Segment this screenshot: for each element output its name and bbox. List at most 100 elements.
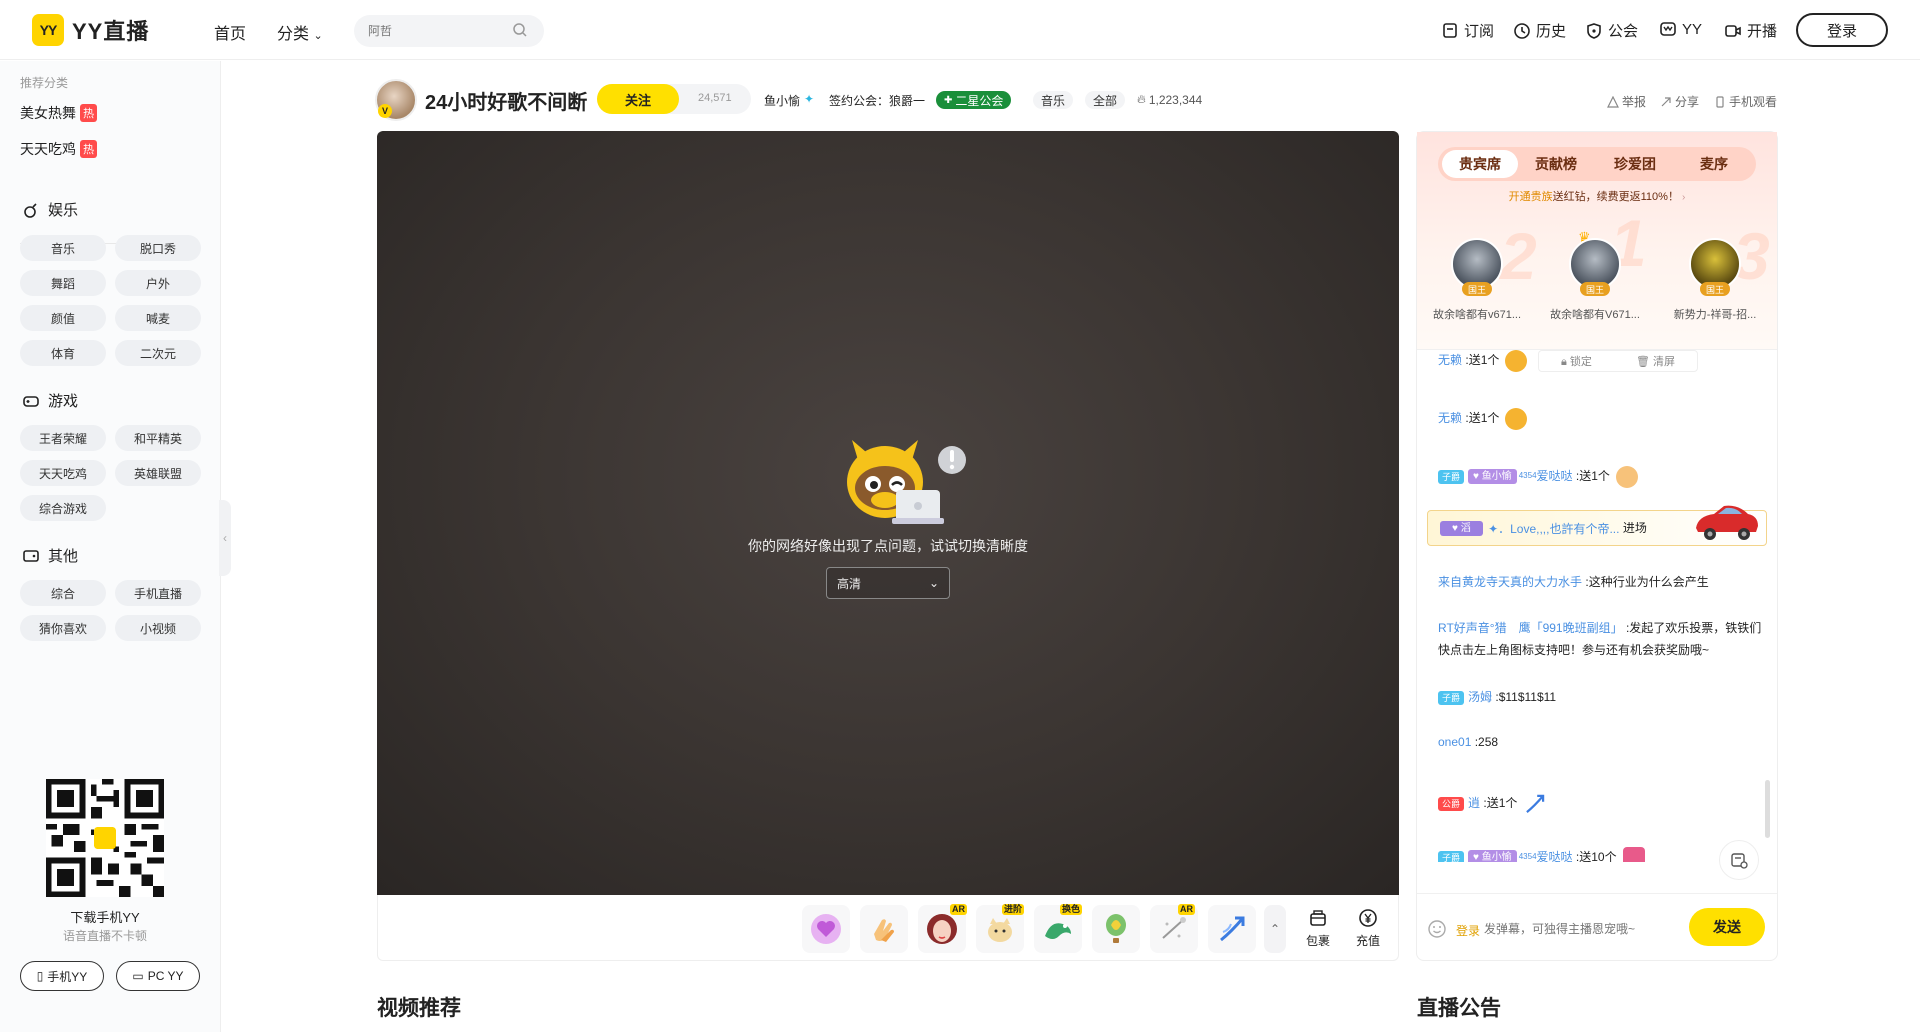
pill-lol[interactable]: 英雄联盟 — [115, 460, 201, 486]
recharge-button[interactable]: 充值 — [1348, 908, 1388, 949]
hot-item-pubg[interactable]: 天天吃鸡热 — [20, 139, 97, 159]
mobile-watch-label: 手机观看 — [1729, 95, 1778, 109]
chat-scrollbar[interactable] — [1765, 780, 1770, 838]
report-button[interactable]: 举报 — [1607, 93, 1646, 110]
monitor-icon: ▭ — [132, 969, 144, 983]
pill-mobile-live[interactable]: 手机直播 — [115, 580, 201, 606]
chat-username[interactable]: one01 — [1438, 735, 1471, 749]
chat-username[interactable]: 汤姆 — [1468, 690, 1492, 704]
tab-mic-queue[interactable]: 麦序 — [1676, 147, 1752, 181]
send-button[interactable]: 发送 — [1689, 908, 1765, 946]
chat-filter-button[interactable] — [1719, 840, 1759, 880]
gift-item[interactable] — [860, 905, 908, 953]
chat-username[interactable]: 来自黄龙寺天真的大力水手 — [1438, 575, 1582, 589]
go-live-link[interactable]: 开播 — [1724, 20, 1777, 41]
chat-username[interactable]: RT好声音°猎 鹰「991晚班副组」 — [1438, 621, 1623, 635]
gift-item[interactable] — [1092, 905, 1140, 953]
tag-music[interactable]: 音乐 — [1033, 91, 1074, 109]
chat-text: 进场 — [1622, 521, 1647, 535]
pill-short-video[interactable]: 小视频 — [115, 615, 201, 641]
flame-icon: 🔥︎ — [1137, 92, 1146, 106]
pill-music[interactable]: 音乐 — [20, 235, 106, 261]
mascot-error-illustration — [847, 440, 966, 524]
quality-select[interactable]: 高清 ⌄ — [826, 567, 950, 599]
pill-dance[interactable]: 舞蹈 — [20, 270, 106, 296]
chat-controls: 🔒︎ 锁定 🗑︎ 清屏 — [1538, 350, 1698, 372]
pill-pubg[interactable]: 天天吃鸡 — [20, 460, 106, 486]
share-button[interactable]: 分享 — [1660, 93, 1699, 110]
tag-all[interactable]: 全部 — [1085, 91, 1126, 109]
promo-highlight: 开通贵族 — [1508, 191, 1553, 203]
chat-username[interactable]: 爱哒哒 — [1537, 469, 1573, 483]
pill-honor-of-kings[interactable]: 王者荣耀 — [20, 425, 106, 451]
fan-badge-label: 滔 — [1460, 523, 1471, 535]
diamond-icon: ✦ — [804, 92, 815, 106]
rank-username[interactable]: 故余啥都有v671... — [1425, 306, 1529, 322]
clear-button[interactable]: 🗑︎ 清屏 — [1636, 353, 1675, 369]
share-label: 分享 — [1675, 95, 1700, 109]
noble-promo[interactable]: 开通贵族送红钻，续费更返110%！ › — [1417, 188, 1777, 204]
pc-yy-button[interactable]: ▭ PC YY — [116, 961, 200, 991]
tab-fan-club[interactable]: 珍爱团 — [1597, 147, 1673, 181]
chat-username[interactable]: ✦．Love,,,,也許有个帝... — [1488, 518, 1619, 540]
pill-guess-you-like[interactable]: 猜你喜欢 — [20, 615, 106, 641]
emoji-icon[interactable] — [1427, 919, 1447, 939]
chat-text: 258 — [1478, 735, 1499, 749]
yuan-coin-icon — [1359, 909, 1377, 927]
sidebar-collapse-button[interactable]: ‹ — [219, 500, 231, 576]
chat-login-link[interactable]: 登录 — [1456, 922, 1480, 939]
fan-number: 4354 — [1518, 471, 1537, 480]
pill-misc-games[interactable]: 综合游戏 — [20, 495, 106, 521]
verified-icon: V — [378, 104, 392, 118]
tab-contribution[interactable]: 贡献榜 — [1518, 147, 1594, 181]
subscribe-link[interactable]: 订阅 — [1441, 20, 1494, 41]
pill-peace-elite[interactable]: 和平精英 — [115, 425, 201, 451]
trash-icon: 🗑︎ — [1635, 356, 1650, 368]
gift-item[interactable] — [802, 905, 850, 953]
lock-button[interactable]: 🔒︎ 锁定 — [1561, 353, 1592, 369]
chat-username[interactable]: 爱哒哒 — [1537, 850, 1573, 862]
chat-message: RT好声音°猎 鹰「991晚班副组」 :发起了欢乐投票，铁铁们快点击左上角图标支… — [1438, 621, 1762, 657]
history-link[interactable]: 历史 — [1513, 20, 1566, 41]
pill-shouting[interactable]: 喊麦 — [115, 305, 201, 331]
room-title: 24小时好歌不间断 — [425, 92, 588, 114]
pill-talkshow[interactable]: 脱口秀 — [115, 235, 201, 261]
gift-item[interactable] — [1208, 905, 1256, 953]
rank-username[interactable]: 新势力-祥哥-招... — [1663, 306, 1767, 322]
owl-gift-icon — [1505, 349, 1528, 372]
king-badge: 国王 — [1580, 282, 1610, 296]
mobile-watch-button[interactable]: 手机观看 — [1714, 93, 1777, 110]
guild-name[interactable]: 签约公会：狼爵一 — [829, 92, 925, 109]
follow-button[interactable]: 关注 — [597, 84, 679, 114]
backpack-button[interactable]: 包裹 — [1298, 908, 1338, 949]
pill-outdoor[interactable]: 户外 — [115, 270, 201, 296]
live-notice-heading: 直播公告 — [1417, 997, 1501, 1020]
yy-logo[interactable]: YY YY直播 — [32, 14, 149, 46]
pill-looks[interactable]: 颜值 — [20, 305, 106, 331]
rank-username[interactable]: 故余啥都有V671... — [1543, 306, 1647, 322]
mobile-yy-button[interactable]: ▯ 手机YY — [20, 961, 104, 991]
gift-expand-button[interactable]: ⌃ — [1264, 905, 1286, 953]
gift-badge: AR — [1178, 904, 1195, 915]
anchor-name[interactable]: 鱼小愉 — [764, 92, 800, 109]
yy-link[interactable]: YY — [1659, 20, 1702, 38]
hot-item-dance[interactable]: 美女热舞热 — [20, 103, 97, 123]
nav-category[interactable]: 分类 ⌄ — [277, 20, 323, 44]
tab-vip-seats[interactable]: 贵宾席 — [1442, 150, 1518, 178]
pill-general[interactable]: 综合 — [20, 580, 106, 606]
chat-username[interactable]: 逍 — [1468, 796, 1480, 810]
guild-star-tag: ✚ 二星公会 — [936, 91, 1012, 109]
pill-acg[interactable]: 二次元 — [115, 340, 201, 366]
search-icon[interactable] — [512, 22, 528, 38]
phone-icon — [1716, 95, 1724, 108]
chat-username[interactable]: 无赖 — [1438, 353, 1462, 367]
login-button[interactable]: 登录 — [1796, 13, 1888, 47]
chat-message: 来自黄龙寺天真的大力水手 :这种行业为什么会产生 — [1438, 575, 1709, 589]
nav-home[interactable]: 首页 — [214, 20, 246, 44]
chat-input[interactable] — [1484, 916, 1674, 942]
guild-link[interactable]: 公会 — [1585, 20, 1638, 41]
chat-username[interactable]: 无赖 — [1438, 411, 1462, 425]
camera-icon — [1725, 24, 1741, 37]
pill-sports[interactable]: 体育 — [20, 340, 106, 366]
subscribe-icon — [1443, 22, 1457, 38]
